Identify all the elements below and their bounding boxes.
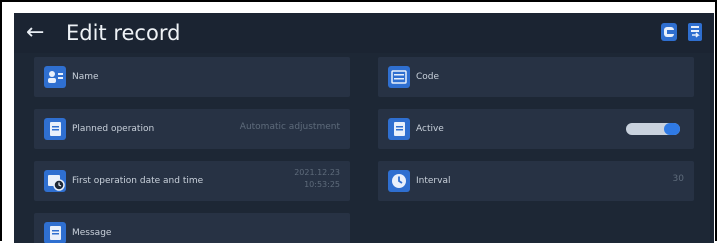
field-label: Name xyxy=(72,72,99,82)
active-toggle[interactable] xyxy=(626,123,680,135)
field-label: Code xyxy=(416,72,440,82)
field-name[interactable]: Name xyxy=(34,57,350,97)
field-label: Active xyxy=(416,124,444,134)
field-value: 2021.12.23 10:53:25 xyxy=(294,167,340,191)
document-icon xyxy=(388,118,410,140)
field-first-operation[interactable]: First operation date and time 2021.12.23… xyxy=(34,161,350,201)
screen: ← Edit record Name Code Planned operatio… xyxy=(14,13,714,243)
field-value: 30 xyxy=(672,174,684,184)
export-icon[interactable] xyxy=(686,22,704,42)
field-code[interactable]: Code xyxy=(378,57,694,97)
field-value: Automatic adjustment xyxy=(239,122,340,132)
code-icon xyxy=(388,66,410,88)
field-planned-operation[interactable]: Planned operation Automatic adjustment xyxy=(34,109,350,149)
date-value: 2021.12.23 xyxy=(294,168,340,177)
time-value: 10:53:25 xyxy=(304,180,340,189)
arrow-left-icon[interactable]: ← xyxy=(26,21,44,45)
field-label: Planned operation xyxy=(72,124,155,134)
outer-frame: ← Edit record Name Code Planned operatio… xyxy=(0,0,717,243)
user-card-icon xyxy=(44,66,66,88)
clock-icon xyxy=(388,170,410,192)
field-label: Interval xyxy=(416,176,451,186)
page-title: Edit record xyxy=(66,21,181,45)
field-label: Message xyxy=(72,228,112,238)
field-interval[interactable]: Interval 30 xyxy=(378,161,694,201)
database-icon[interactable] xyxy=(660,22,678,42)
message-icon xyxy=(44,222,66,243)
toggle-knob xyxy=(664,123,680,135)
calendar-clock-icon xyxy=(44,170,66,192)
header-bar: ← Edit record xyxy=(14,13,714,53)
field-label: First operation date and time xyxy=(72,176,204,186)
field-active[interactable]: Active xyxy=(378,109,694,149)
document-icon xyxy=(44,118,66,140)
field-message[interactable]: Message xyxy=(34,213,350,243)
